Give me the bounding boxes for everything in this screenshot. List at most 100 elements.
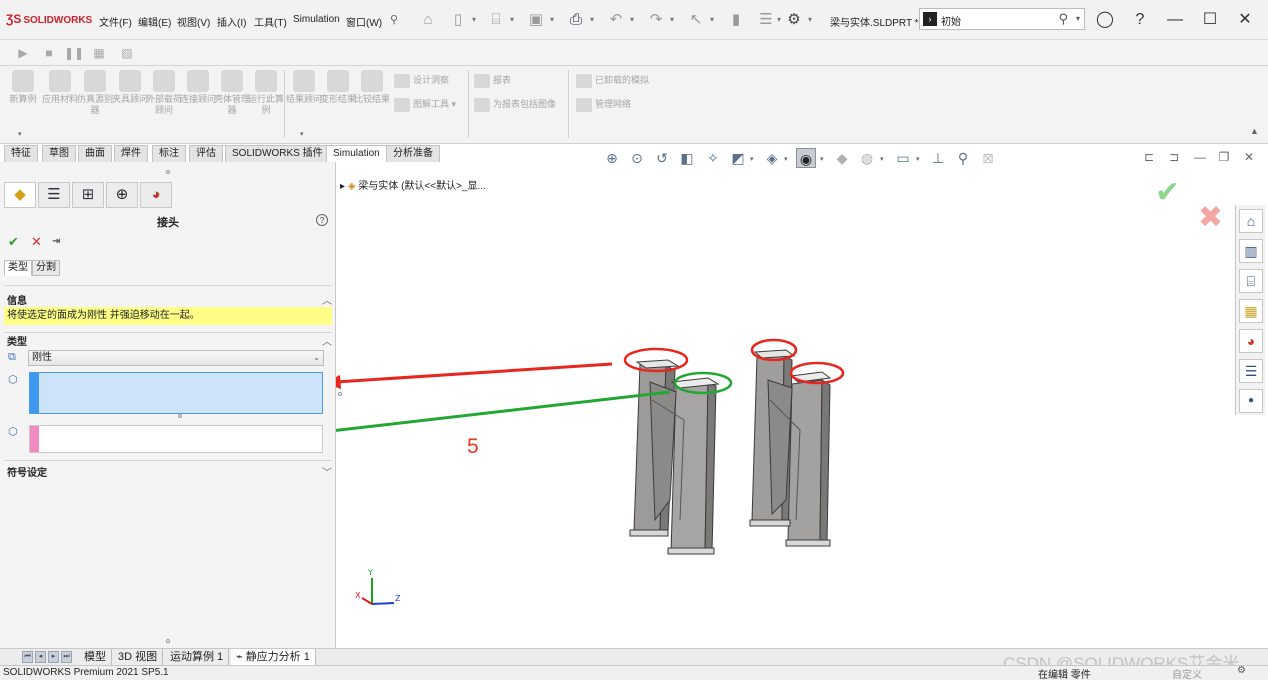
pin-icon[interactable]: ⚲ [384,10,404,30]
options-caret-icon[interactable]: ▾ [808,15,816,25]
undo-caret-icon[interactable]: ▾ [630,15,638,25]
apply-material-button[interactable]: 应用材料 [42,70,78,105]
compare-results-button[interactable]: 比较结果 [354,70,390,105]
configuration-manager-tab-icon[interactable]: ⊞ [72,182,104,208]
expand-arrow-icon[interactable]: ▸ [340,181,345,192]
tab-analysis-preparation[interactable]: 分析准备 [386,145,440,162]
previous-view-icon[interactable]: ↺ [652,148,672,168]
step-icon[interactable]: ▦ [90,44,108,62]
confirm-check-icon[interactable]: ✔ [1155,175,1180,210]
help-icon[interactable]: ? [316,214,328,226]
user-account-icon[interactable]: ◯ [1093,8,1117,32]
search-dropdown-icon[interactable]: ▾ [1076,14,1080,23]
design-library-icon[interactable]: ▥ [1239,239,1263,263]
subtab-type[interactable]: 类型 [4,260,32,276]
pushpin-icon[interactable]: ⇥ [52,236,60,247]
tab-solidworks-addins[interactable]: SOLIDWORKS 插件 [225,145,330,162]
face-set2-selection-box[interactable] [29,425,323,453]
tab-weldments[interactable]: 焊件 [114,145,148,162]
collapse-chevron-icon[interactable]: ︿ [322,333,332,348]
simulation-source-button[interactable]: 仿真源别器 [77,70,113,116]
solidworks-logo[interactable]: ƷS SOLIDWORKS [6,12,92,26]
save-caret-icon[interactable]: ▾ [550,15,558,25]
next-tab-icon[interactable]: ▸ [48,651,59,663]
stop-icon[interactable]: ■ [40,44,58,62]
menu-insert[interactable]: 插入(I) [217,14,246,29]
realview-icon[interactable]: ⊠ [978,148,998,168]
display-style-caret-icon[interactable]: ▾ [784,155,788,163]
menu-window[interactable]: 窗口(W) [346,14,382,29]
cancel-x-icon[interactable]: ✕ [31,234,42,250]
open-folder-icon[interactable]: ⌸ [486,10,506,30]
display-manager-tab-icon[interactable]: ◕ [140,182,172,208]
tile-right-icon[interactable]: ⊐ [1167,150,1181,164]
tab-evaluate[interactable]: 评估 [189,145,223,162]
include-image-button[interactable]: 为报表包括图像 [474,95,556,113]
tab-3d-views[interactable]: 3D 视图 [113,649,164,665]
file-explorer-icon[interactable]: ⌸ [1239,269,1263,293]
search-icon[interactable]: ⚲ [1058,11,1068,27]
maximize-window-button[interactable]: ☐ [1198,8,1222,32]
tab-model[interactable]: 模型 [79,649,112,665]
tab-annotations[interactable]: 标注 [152,145,186,162]
menu-tools[interactable]: 工具(T) [254,14,287,29]
first-tab-icon[interactable]: ⏮ [22,651,33,663]
tab-static-study[interactable]: ⌁ 静应力分析 1 [231,649,316,665]
edit-appearance-icon[interactable]: ◆ [832,148,852,168]
zoom-to-area-icon[interactable]: ⊙ [627,148,647,168]
view-axes-icon[interactable]: ⊥ [928,148,948,168]
resize-handle-icon[interactable] [178,414,182,418]
results-advisor-button[interactable]: 结果顾问 [286,70,322,105]
scene-caret-icon[interactable]: ▾ [880,155,884,163]
zoom-to-fit-icon[interactable]: ⊕ [602,148,622,168]
minimize-view-icon[interactable]: — [1193,150,1207,164]
appearances-scenes-icon[interactable]: ◕ [1239,329,1263,353]
cancel-x-icon[interactable]: ✖ [1198,200,1223,235]
pause-icon[interactable]: ❚❚ [64,44,84,62]
expand-chevron-icon[interactable]: ﹀ [322,464,332,479]
tree-part-label[interactable]: 梁与实体 (默认<<默认>_显... [358,181,486,192]
redo-caret-icon[interactable]: ▾ [670,15,678,25]
save-icon[interactable]: ▣ [526,10,546,30]
ribbon-caret-icon[interactable]: ▾ [18,130,22,138]
collapse-ribbon-icon[interactable]: ▲ [1250,126,1259,136]
help-question-icon[interactable]: ? [1128,8,1152,32]
view-palette-icon[interactable]: ▦ [1239,299,1263,323]
magnify-icon[interactable]: ⚲ [953,148,973,168]
symbol-settings-group-header[interactable]: 符号设定 [7,464,47,479]
feature-manager-tab-icon[interactable]: ◆ [4,182,36,208]
file-properties-icon[interactable]: ☰ [756,10,776,30]
menu-simulation[interactable]: Simulation [293,14,340,25]
prev-tab-icon[interactable]: ◂ [35,651,46,663]
ribbon-caret-icon[interactable]: ▾ [300,130,304,138]
panel-grip-icon[interactable] [166,170,170,174]
view-settings-caret-icon[interactable]: ▾ [916,155,920,163]
home-icon[interactable]: ⌂ [418,10,438,30]
status-settings-icon[interactable]: ⚙ [1237,665,1246,676]
connections-advisor-button[interactable]: 连接顾问 [180,70,216,105]
tab-surfaces[interactable]: 曲面 [78,145,112,162]
view-settings-icon[interactable]: ▭ [893,148,913,168]
undo-icon[interactable]: ↶ [606,10,626,30]
hide-show-items-icon[interactable]: ◉ [796,148,816,168]
redo-icon[interactable]: ↷ [646,10,666,30]
new-study-button[interactable]: 新算例 [5,70,41,105]
info-group-header[interactable]: 信息 [7,292,27,307]
external-loads-advisor-button[interactable]: 外部载荷顾问 [146,70,182,116]
interaction-type-select[interactable]: 刚性 ⌄ [28,350,324,366]
new-document-icon[interactable]: ▯ [448,10,468,30]
dynamic-annotation-icon[interactable]: ✧ [703,148,723,168]
menu-edit[interactable]: 编辑(E) [138,14,171,29]
manage-network-button[interactable]: 管理网络 [576,95,631,113]
rebuild-icon[interactable]: ▮ [726,10,746,30]
display-style-icon[interactable]: ◈ [762,148,782,168]
tab-simulation[interactable]: Simulation [326,145,387,162]
select-caret-icon[interactable]: ▾ [710,15,718,25]
tab-features[interactable]: 特征 [4,145,38,162]
close-window-button[interactable]: ✕ [1233,8,1257,32]
menu-file[interactable]: 文件(F) [99,14,132,29]
view-orientation-icon[interactable]: ◩ [728,148,748,168]
select-arrow-icon[interactable]: ↖ [686,10,706,30]
search-commands-input[interactable]: › 初始 ⚲ ▾ [919,8,1085,30]
new-caret-icon[interactable]: ▾ [472,15,480,25]
